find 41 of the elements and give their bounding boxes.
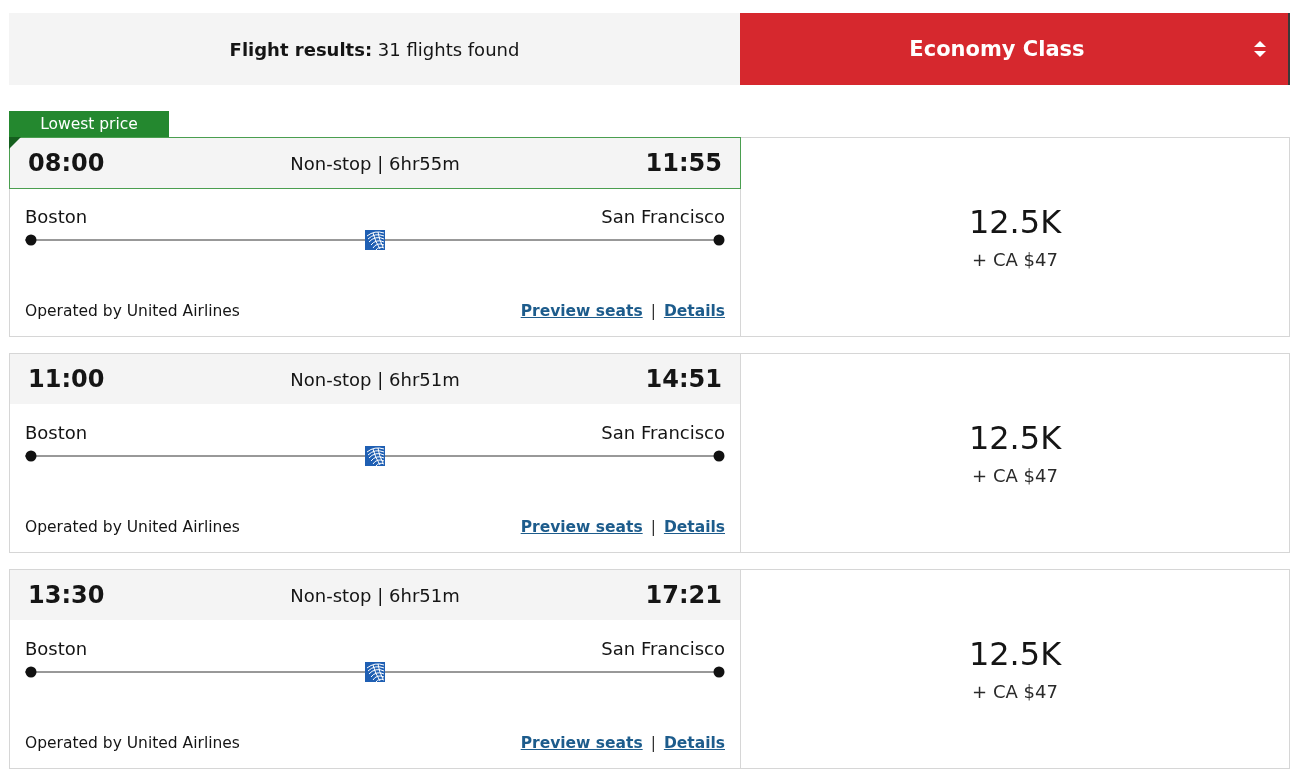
points-price: 12.5K xyxy=(968,634,1062,674)
flight-summary: Non-stop | 6hr51m xyxy=(290,368,460,390)
departure-time: 08:00 xyxy=(28,149,105,177)
ribbon-fold-icon xyxy=(9,137,21,149)
departure-time: 13:30 xyxy=(28,581,105,609)
operator-text: Operated by United Airlines xyxy=(25,517,240,538)
globe-icon xyxy=(365,662,385,682)
origin-city: Boston xyxy=(25,421,88,445)
cash-price: + CA $47 xyxy=(972,248,1058,272)
destination-city: San Francisco xyxy=(601,421,725,445)
operator-text: Operated by United Airlines xyxy=(25,301,240,322)
globe-icon xyxy=(365,230,385,250)
globe-icon xyxy=(365,446,385,466)
details-link[interactable]: Details xyxy=(663,515,725,539)
arrival-time: 11:55 xyxy=(645,149,722,177)
points-price: 12.5K xyxy=(968,418,1062,458)
departure-time: 11:00 xyxy=(28,365,105,393)
destination-city: San Francisco xyxy=(601,205,725,229)
details-link[interactable]: Details xyxy=(663,299,725,323)
origin-city: Boston xyxy=(25,637,88,661)
cash-price: + CA $47 xyxy=(972,464,1058,488)
cabin-class-dropdown[interactable]: Economy Class xyxy=(740,13,1290,85)
updown-caret-icon xyxy=(1254,40,1266,58)
link-separator: | xyxy=(650,733,656,754)
details-link[interactable]: Details xyxy=(663,731,725,755)
operator-text: Operated by United Airlines xyxy=(25,733,240,754)
flight-summary: Non-stop | 6hr51m xyxy=(290,584,460,606)
link-separator: | xyxy=(650,301,656,322)
flight-summary: Non-stop | 6hr55m xyxy=(290,152,460,174)
lowest-price-badge: Lowest price xyxy=(9,111,169,137)
points-price: 12.5K xyxy=(968,202,1062,242)
destination-city: San Francisco xyxy=(601,637,725,661)
cash-price: + CA $47 xyxy=(972,680,1058,704)
preview-seats-link[interactable]: Preview seats xyxy=(520,515,643,539)
results-summary: Flight results: 31 flights found xyxy=(229,38,520,60)
arrival-time: 14:51 xyxy=(645,365,722,393)
link-separator: | xyxy=(650,517,656,538)
preview-seats-link[interactable]: Preview seats xyxy=(520,731,643,755)
origin-city: Boston xyxy=(25,205,88,229)
preview-seats-link[interactable]: Preview seats xyxy=(520,299,643,323)
arrival-time: 17:21 xyxy=(645,581,722,609)
